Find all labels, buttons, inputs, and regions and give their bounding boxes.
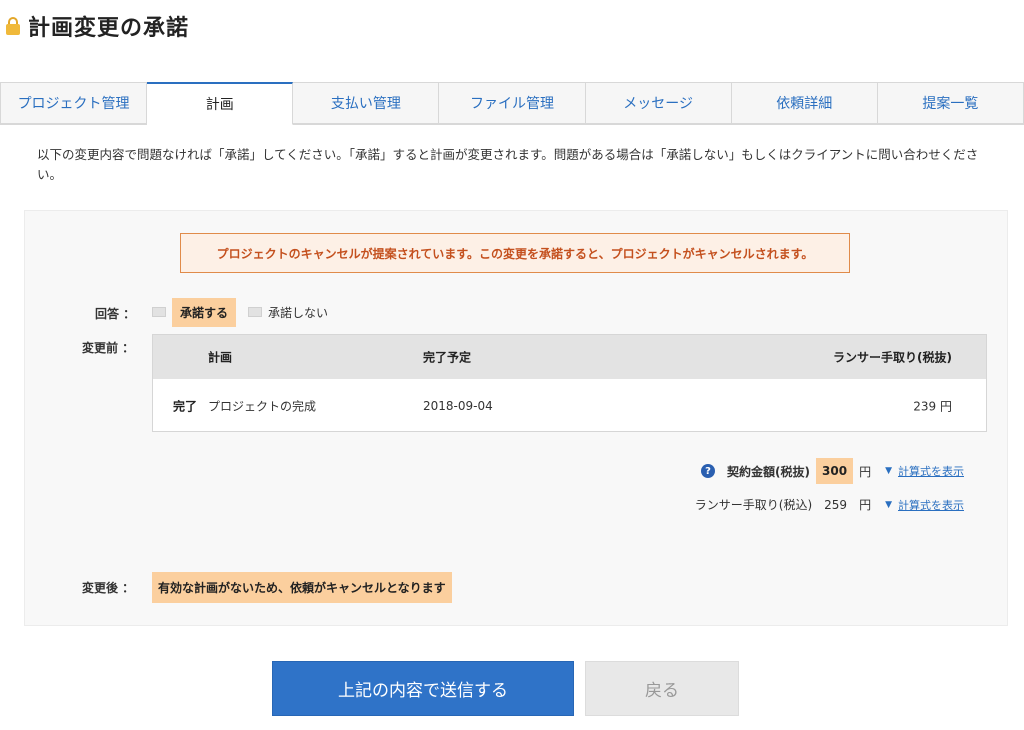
tab-project-management[interactable]: プロジェクト管理	[0, 82, 148, 124]
lancer-fee-amount: 259	[824, 497, 848, 512]
tab-proposal-list[interactable]: 提案一覧	[877, 82, 1024, 124]
tab-plan[interactable]: 計画	[147, 82, 294, 125]
reject-option[interactable]: 承諾しない	[268, 304, 328, 321]
lancer-fee-formula-link[interactable]: 計算式を表示	[898, 497, 964, 513]
table-row: 完了 プロジェクトの完成 2018-09-04 239 円	[153, 379, 986, 433]
contract-amount: 300	[816, 458, 854, 484]
lancer-fee-row: ランサー手取り(税込) 259 円 ▼ 計算式を表示	[695, 496, 964, 513]
after-label: 変更後 ：	[82, 581, 135, 595]
lancer-fee-unit: 円	[859, 498, 872, 512]
tab-messages[interactable]: メッセージ	[585, 82, 732, 124]
header-fee: ランサー手取り(税抜)	[833, 350, 952, 365]
tab-request-details[interactable]: 依頼詳細	[731, 82, 878, 124]
tab-payment-management[interactable]: 支払い管理	[293, 82, 440, 124]
before-label: 変更前 ：	[82, 341, 135, 355]
help-icon[interactable]: ?	[701, 464, 716, 478]
submit-button[interactable]: 上記の内容で送信する	[272, 661, 574, 716]
before-plan-table: 計画 完了予定 ランサー手取り(税抜) 完了 プロジェクトの完成 2018-09…	[152, 334, 987, 432]
accept-option[interactable]: 承諾する	[172, 297, 237, 327]
contract-formula-link[interactable]: 計算式を表示	[898, 463, 964, 479]
after-cancel-note: 有効な計画がないため、依頼がキャンセルとなります	[152, 572, 452, 603]
row-fee: 239 円	[913, 399, 952, 414]
intro-text: 以下の変更内容で問題なければ「承諾」してください。「承諾」すると計画が変更されま…	[37, 147, 979, 182]
table-header: 計画 完了予定 ランサー手取り(税抜)	[153, 335, 986, 379]
lock-icon	[6, 17, 20, 35]
accept-radio[interactable]	[152, 307, 166, 317]
header-plan: 計画	[208, 350, 233, 365]
page-header: 計画変更の承諾	[6, 10, 189, 42]
row-status: 完了	[173, 399, 198, 414]
header-due: 完了予定	[423, 350, 472, 365]
contract-amount-row: ? 契約金額(税抜) 300 円 ▼ 計算式を表示	[701, 458, 964, 484]
tab-bar: プロジェクト管理 計画 支払い管理 ファイル管理 メッセージ 依頼詳細 提案一覧	[0, 82, 1024, 125]
page-title: 計画変更の承諾	[28, 16, 190, 41]
contract-unit: 円	[859, 464, 872, 479]
contract-label: 契約金額(税抜)	[727, 464, 810, 479]
caret-down-icon: ▼	[885, 499, 892, 510]
reject-radio[interactable]	[248, 307, 263, 317]
lancer-fee-label: ランサー手取り(税込)	[694, 498, 813, 512]
answer-options: 承諾する 承諾しない	[152, 297, 328, 327]
answer-label: 回答 ：	[95, 307, 136, 321]
cancel-alert: プロジェクトのキャンセルが提案されています。この変更を承諾すると、プロジェクトが…	[180, 233, 850, 273]
caret-down-icon: ▼	[885, 466, 892, 476]
row-due-date: 2018-09-04	[423, 399, 493, 413]
row-plan-name: プロジェクトの完成	[208, 399, 317, 414]
tab-file-management[interactable]: ファイル管理	[439, 82, 586, 124]
back-button[interactable]: 戻る	[585, 661, 739, 716]
